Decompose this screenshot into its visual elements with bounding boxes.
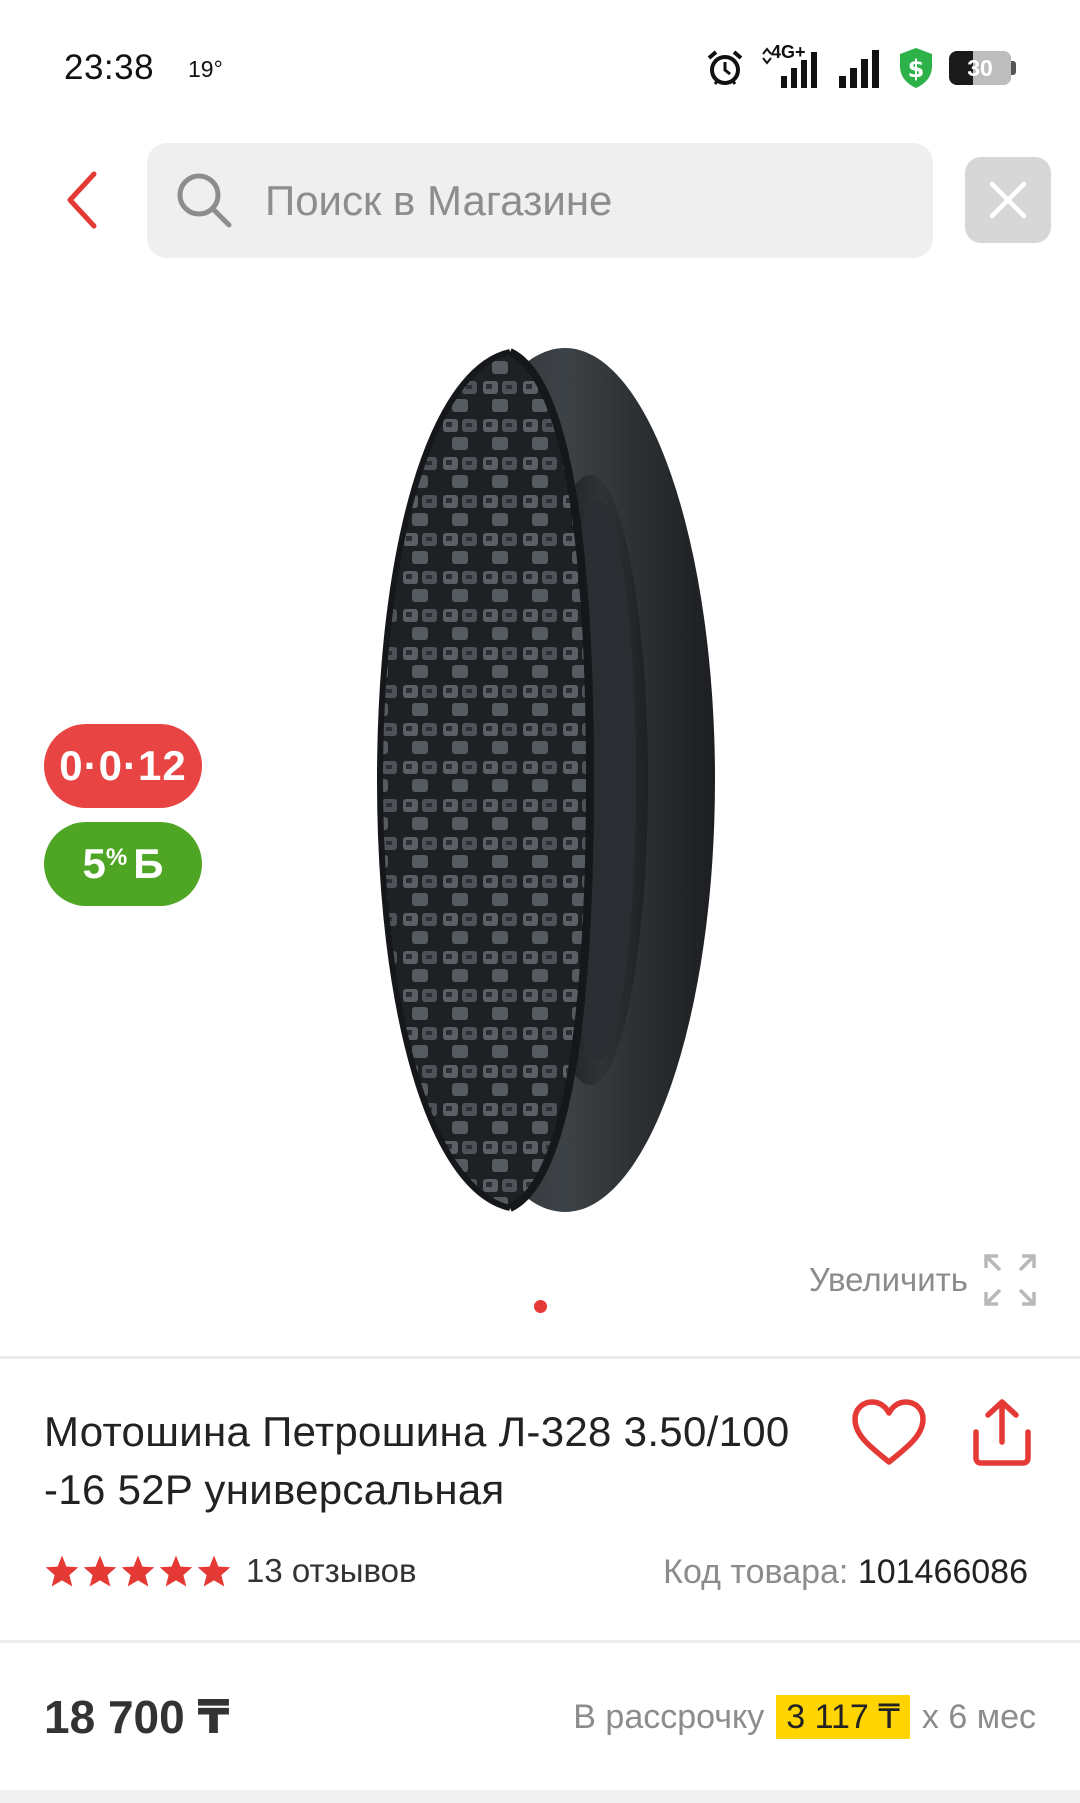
star-icon <box>121 1555 155 1587</box>
status-temperature: 19° <box>188 56 223 82</box>
signal-icon <box>839 50 879 88</box>
search-icon <box>177 173 232 228</box>
search-box[interactable] <box>147 143 933 258</box>
back-button[interactable] <box>52 165 112 235</box>
share-icon <box>973 1399 1031 1466</box>
installment-suffix: x 6 мес <box>921 1697 1036 1736</box>
svg-text:$: $ <box>908 55 925 83</box>
search-input[interactable] <box>265 143 905 258</box>
divider <box>0 1356 1080 1359</box>
product-title: Мотошина Петрошина Л-328 3.50/100 -16 52… <box>44 1408 790 1513</box>
installment-amount: 3 117 ₸ <box>776 1695 910 1739</box>
reviews-link[interactable]: 13 отзывов <box>246 1552 417 1590</box>
star-icon <box>45 1555 79 1587</box>
installment-badge: 0·0·12 <box>44 724 202 808</box>
status-time: 23:38 <box>64 48 155 87</box>
gallery-pager-dot-active[interactable] <box>534 1300 547 1313</box>
battery-level: 30 <box>967 55 993 81</box>
close-icon <box>989 181 1027 219</box>
bonus-badge-currency: Б <box>133 840 164 887</box>
product-price: 18 700 ₸ <box>44 1691 230 1743</box>
star-icon <box>159 1555 193 1587</box>
status-icons: 4G+ $ 30 <box>705 42 1016 90</box>
heart-icon <box>852 1399 926 1465</box>
star-icon <box>197 1555 231 1587</box>
bottom-strip <box>0 1790 1080 1803</box>
bonus-badge-percent: 5 <box>82 840 106 887</box>
product-code-label: Код товара: <box>663 1553 849 1591</box>
installment-badge-label: 0·0·12 <box>59 742 187 789</box>
product-code-value: 101466086 <box>857 1553 1028 1591</box>
bonus-badge: 5% Б <box>44 822 202 906</box>
product-code: Код товара: 101466086 <box>663 1553 1028 1592</box>
installment-prefix: В рассрочку <box>573 1697 765 1736</box>
installment-info[interactable]: В рассрочку 3 117 ₸ x 6 мес <box>573 1695 1036 1739</box>
expand-icon <box>984 1254 1036 1306</box>
zoom-button[interactable]: Увеличить <box>809 1252 1038 1308</box>
chevron-left-icon <box>67 171 97 229</box>
rating-stars <box>44 1554 232 1588</box>
share-button[interactable] <box>970 1398 1034 1468</box>
signal-4g-icon: 4G+ <box>759 42 823 90</box>
star-icon <box>83 1555 117 1587</box>
bonus-badge-percent-sign: % <box>105 844 128 871</box>
rating-row[interactable]: 13 отзывов <box>44 1552 417 1590</box>
security-shield-icon: $ <box>900 48 932 88</box>
battery-icon: 30 <box>949 51 1016 85</box>
product-image[interactable] <box>360 340 720 1220</box>
clear-search-button[interactable] <box>965 157 1051 243</box>
zoom-label: Увеличить <box>808 1261 968 1298</box>
favorite-button[interactable] <box>850 1398 928 1468</box>
divider <box>0 1640 1080 1643</box>
status-bar: 23:38 19° 4G+ $ 30 <box>0 0 1080 130</box>
alarm-icon <box>707 50 743 85</box>
